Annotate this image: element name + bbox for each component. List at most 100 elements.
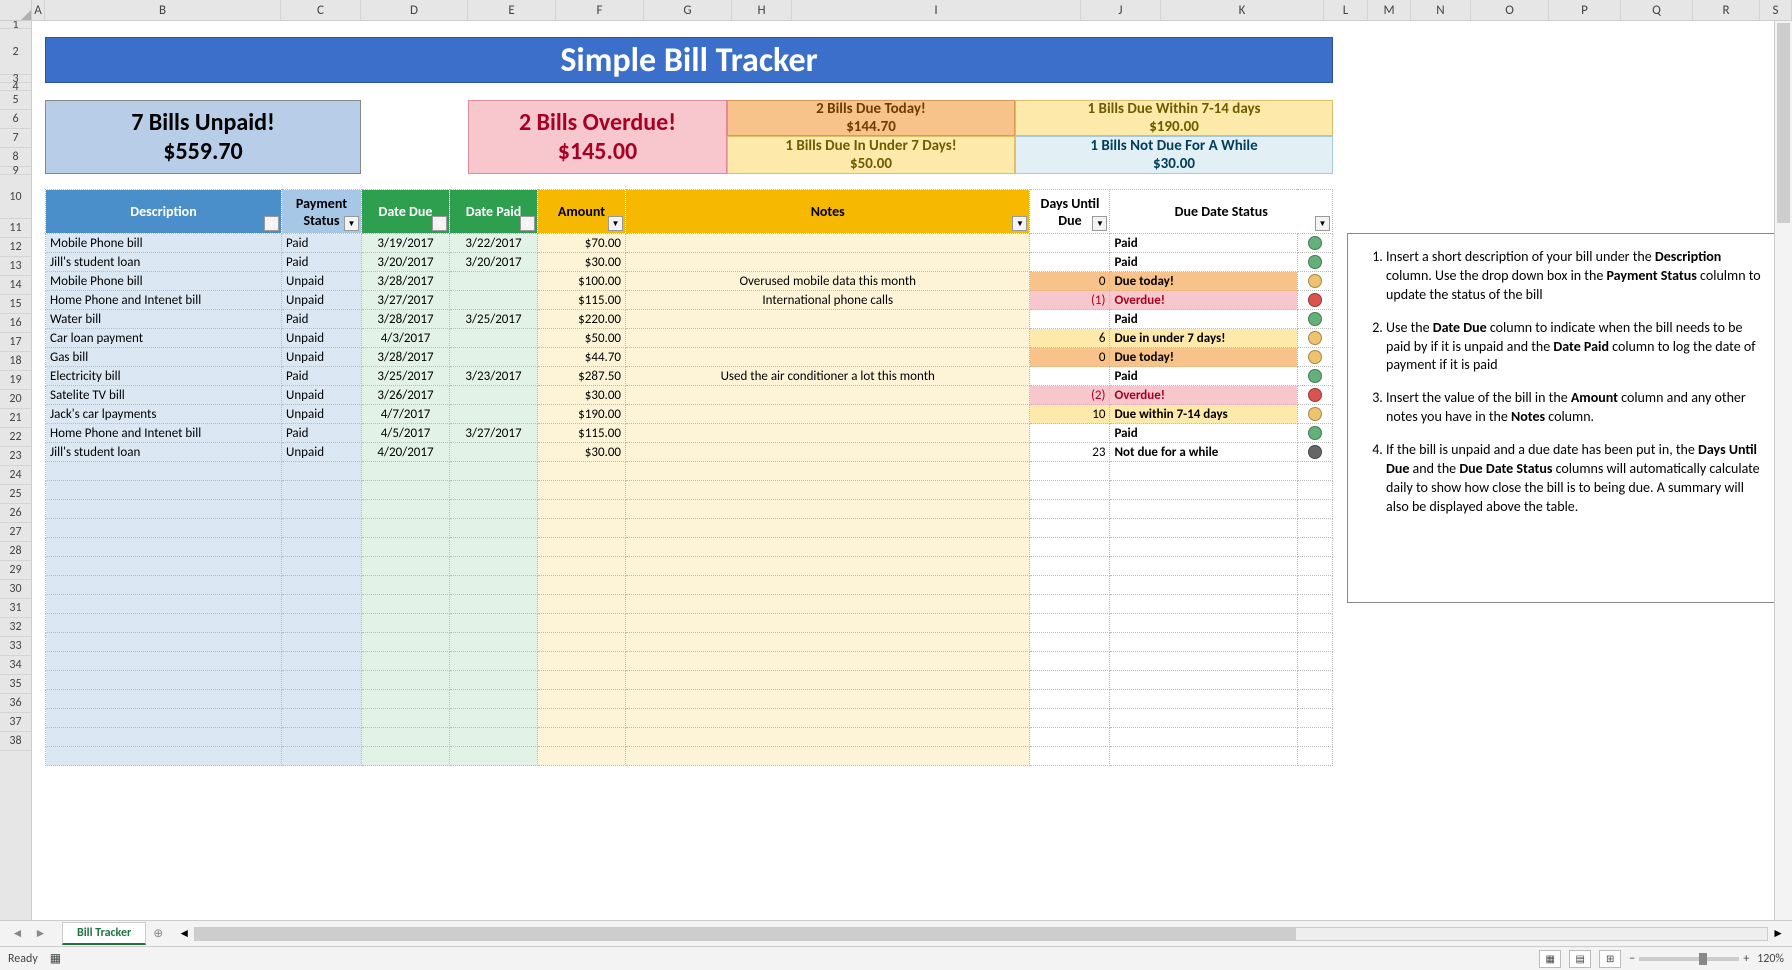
table-row[interactable]: Mobile Phone billPaid3/19/20173/22/2017$…	[46, 234, 1333, 253]
cell-amount[interactable]: $100.00	[538, 272, 626, 291]
column-header[interactable]: E	[468, 0, 556, 20]
vertical-scrollbar[interactable]	[1774, 21, 1792, 920]
cell-description[interactable]: Jack's car lpayments	[46, 405, 282, 424]
cell-date-paid[interactable]	[450, 272, 538, 291]
zoom-slider[interactable]: − +	[1629, 952, 1749, 966]
table-row[interactable]: Gas billUnpaid3/28/2017$44.700Due today!	[46, 348, 1333, 367]
table-row[interactable]	[46, 462, 1333, 481]
cell-status[interactable]: Paid	[282, 253, 362, 272]
row-header[interactable]: 34	[0, 656, 31, 675]
zoom-level[interactable]: 120%	[1757, 952, 1784, 966]
table-row[interactable]	[46, 576, 1333, 595]
header-amount[interactable]: Amount▼	[538, 190, 626, 234]
table-row[interactable]	[46, 557, 1333, 576]
column-header[interactable]: R	[1693, 0, 1760, 20]
row-header[interactable]: 13	[0, 257, 31, 276]
cell-days-until-due[interactable]	[1030, 234, 1110, 253]
table-row[interactable]	[46, 633, 1333, 652]
cell-notes[interactable]	[626, 329, 1030, 348]
cell-date-due[interactable]: 4/7/2017	[362, 405, 450, 424]
header-date-due[interactable]: Date Due▼	[362, 190, 450, 234]
table-row[interactable]: Jack's car lpaymentsUnpaid4/7/2017 $190.0…	[46, 405, 1333, 424]
cell-due-date-status[interactable]: Paid	[1110, 253, 1297, 272]
cell-description[interactable]: Satelite TV bill	[46, 386, 282, 405]
cell-amount[interactable]: $70.00	[538, 234, 626, 253]
cell-days-until-due[interactable]: 6	[1030, 329, 1110, 348]
row-header[interactable]: 16	[0, 314, 31, 333]
column-header[interactable]: S	[1760, 0, 1792, 20]
cell-date-due[interactable]: 3/20/2017	[362, 253, 450, 272]
cell-status[interactable]: Unpaid	[282, 272, 362, 291]
cell-description[interactable]: Electricity bill	[46, 367, 282, 386]
cell-date-paid[interactable]: 3/25/2017	[450, 310, 538, 329]
cell-status[interactable]: Unpaid	[282, 443, 362, 462]
column-header[interactable]: O	[1471, 0, 1549, 20]
cell-amount[interactable]: $30.00	[538, 443, 626, 462]
worksheet-grid[interactable]: Simple Bill Tracker 7 Bills Unpaid! $559…	[32, 21, 1774, 920]
table-row[interactable]: Water billPaid3/28/20173/25/2017$220.00P…	[46, 310, 1333, 329]
cell-date-due[interactable]: 3/28/2017	[362, 348, 450, 367]
cell-days-until-due[interactable]	[1030, 367, 1110, 386]
row-header[interactable]: 12	[0, 238, 31, 257]
view-page-break-button[interactable]: ⊞	[1599, 950, 1621, 968]
cell-days-until-due[interactable]: 10	[1030, 405, 1110, 424]
column-header[interactable]: B	[45, 0, 281, 20]
table-row[interactable]	[46, 595, 1333, 614]
filter-icon[interactable]: ▼	[344, 216, 359, 231]
cell-date-due[interactable]: 3/26/2017	[362, 386, 450, 405]
cell-days-until-due[interactable]	[1030, 310, 1110, 329]
cell-description[interactable]: Gas bill	[46, 348, 282, 367]
macro-record-icon[interactable]: ▦	[50, 951, 61, 966]
cell-description[interactable]: Water bill	[46, 310, 282, 329]
cell-days-until-due[interactable]	[1030, 253, 1110, 272]
table-row[interactable]: Satelite TV billUnpaid3/26/2017$30.00(2)…	[46, 386, 1333, 405]
cell-status[interactable]: Unpaid	[282, 329, 362, 348]
table-row[interactable]: Jill's student loanUnpaid4/20/2017$30.00…	[46, 443, 1333, 462]
table-row[interactable]	[46, 728, 1333, 747]
cell-description[interactable]: Home Phone and Intenet bill	[46, 424, 282, 443]
column-header[interactable]: P	[1549, 0, 1621, 20]
cell-due-date-status[interactable]: Due today!	[1110, 272, 1297, 291]
cell-date-paid[interactable]	[450, 348, 538, 367]
row-header[interactable]: 31	[0, 599, 31, 618]
cell-notes[interactable]	[626, 386, 1030, 405]
cell-status[interactable]: Paid	[282, 310, 362, 329]
cell-amount[interactable]: $220.00	[538, 310, 626, 329]
header-due-date-status[interactable]: Due Date Status▼	[1110, 190, 1333, 234]
cell-description[interactable]: Mobile Phone bill	[46, 234, 282, 253]
cell-status[interactable]: Unpaid	[282, 405, 362, 424]
table-row[interactable]: Electricity billPaid3/25/20173/23/2017$2…	[46, 367, 1333, 386]
cell-amount[interactable]: $190.00	[538, 405, 626, 424]
row-header[interactable]: 37	[0, 713, 31, 732]
row-header[interactable]: 21	[0, 409, 31, 428]
row-header[interactable]: 23	[0, 447, 31, 466]
filter-icon[interactable]: ▼	[1012, 216, 1027, 231]
row-header[interactable]: 25	[0, 485, 31, 504]
cell-amount[interactable]: $287.50	[538, 367, 626, 386]
row-header[interactable]: 27	[0, 523, 31, 542]
cell-status[interactable]: Paid	[282, 234, 362, 253]
cell-date-paid[interactable]: 3/23/2017	[450, 367, 538, 386]
header-notes[interactable]: Notes▼	[626, 190, 1030, 234]
row-header[interactable]: 9	[0, 167, 31, 175]
cell-due-date-status[interactable]: Overdue!	[1110, 386, 1297, 405]
row-header[interactable]: 36	[0, 694, 31, 713]
cell-date-due[interactable]: 4/3/2017	[362, 329, 450, 348]
cell-notes[interactable]	[626, 253, 1030, 272]
view-page-layout-button[interactable]: ▤	[1569, 950, 1591, 968]
select-all-corner[interactable]	[0, 0, 32, 21]
row-header[interactable]: 1	[0, 21, 31, 29]
zoom-in-icon[interactable]: +	[1743, 952, 1749, 966]
cell-date-paid[interactable]	[450, 329, 538, 348]
cell-date-paid[interactable]: 3/22/2017	[450, 234, 538, 253]
table-row[interactable]	[46, 671, 1333, 690]
cell-notes[interactable]: International phone calls	[626, 291, 1030, 310]
cell-notes[interactable]: Overused mobile data this month	[626, 272, 1030, 291]
horizontal-scrollbar[interactable]: ◄ ►	[170, 926, 1792, 941]
cell-days-until-due[interactable]	[1030, 424, 1110, 443]
cell-days-until-due[interactable]: 0	[1030, 348, 1110, 367]
tab-nav-buttons[interactable]: ◄►	[0, 926, 58, 941]
row-header[interactable]: 30	[0, 580, 31, 599]
filter-icon[interactable]: ▼	[1092, 216, 1107, 231]
column-header[interactable]: M	[1368, 0, 1411, 20]
